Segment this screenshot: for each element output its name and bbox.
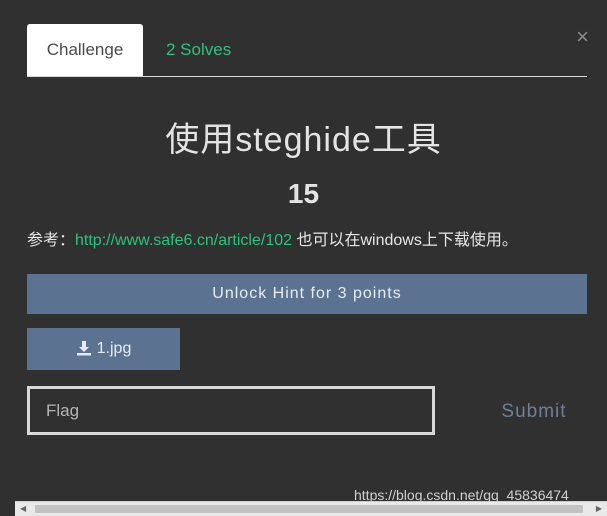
challenge-description: 参考：http://www.safe6.cn/article/102 也可以在w… — [27, 226, 597, 250]
submit-button[interactable]: Submit — [474, 398, 594, 426]
unlock-hint-button[interactable]: Unlock Hint for 3 points — [27, 274, 587, 314]
scroll-right-icon[interactable]: ▶ — [596, 504, 602, 514]
description-prefix: 参考： — [27, 232, 76, 249]
file-name: 1.jpg — [96, 340, 132, 357]
horizontal-scrollbar[interactable]: ◀ ▶ — [15, 501, 607, 516]
file-download-button[interactable]: 1.jpg — [27, 328, 180, 370]
scroll-left-icon[interactable]: ◀ — [20, 504, 26, 514]
download-icon — [76, 341, 91, 356]
close-icon[interactable]: × — [576, 26, 589, 48]
scroll-thumb[interactable] — [35, 505, 583, 513]
description-link[interactable]: http://www.safe6.cn/article/102 — [75, 232, 292, 249]
challenge-points: 15 — [287, 178, 320, 209]
tab-solves[interactable]: 2 Solves — [166, 24, 231, 76]
challenge-modal: Challenge 2 Solves × 使用steghide工具 15 参考：… — [0, 0, 607, 516]
description-suffix: 也可以在windows上下载使用。 — [292, 232, 518, 249]
flag-input[interactable] — [27, 386, 435, 435]
challenge-title: 使用steghide工具 — [165, 121, 442, 159]
tab-bar: Challenge 2 Solves — [27, 24, 587, 77]
tab-challenge[interactable]: Challenge — [27, 24, 143, 76]
